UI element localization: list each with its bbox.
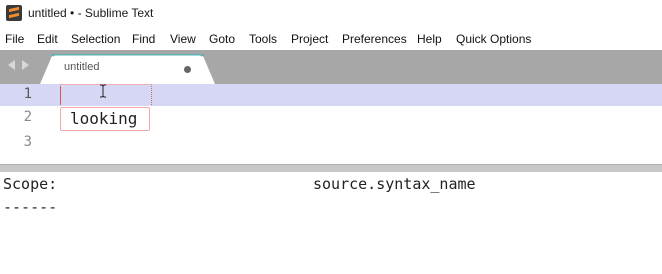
menu-file[interactable]: File (5, 32, 24, 46)
chevron-left-icon[interactable] (8, 60, 15, 70)
menu-quick-options[interactable]: Quick Options (456, 32, 531, 46)
tab-nav-arrows[interactable] (8, 60, 34, 72)
menu-project[interactable]: Project (291, 32, 328, 46)
tab-strip: untitled (0, 50, 662, 84)
menu-tools[interactable]: Tools (249, 32, 277, 46)
panel-splitter[interactable] (0, 164, 662, 172)
tab-untitled[interactable]: untitled (40, 54, 215, 84)
scope-label: Scope: (3, 175, 58, 193)
output-panel: Scope: source.syntax_name ------ (0, 172, 662, 274)
unsaved-dot-icon[interactable] (184, 66, 191, 73)
ibeam-cursor-icon (100, 84, 106, 98)
menu-view[interactable]: View (170, 32, 196, 46)
menu-find[interactable]: Find (132, 32, 155, 46)
menu-bar: File Edit Selection Find View Goto Tools… (0, 28, 662, 50)
code-line[interactable]: looking (70, 109, 137, 128)
title-bar: untitled • - Sublime Text (0, 0, 662, 28)
menu-preferences[interactable]: Preferences (342, 32, 407, 46)
scope-value: source.syntax_name (313, 175, 476, 193)
tab-label: untitled (64, 61, 100, 73)
menu-selection[interactable]: Selection (71, 32, 120, 46)
line-number: 2 (23, 109, 32, 125)
line-number: 1 (23, 86, 32, 102)
menu-edit[interactable]: Edit (37, 32, 58, 46)
menu-goto[interactable]: Goto (209, 32, 235, 46)
chevron-right-icon[interactable] (22, 60, 29, 70)
sublime-text-icon (6, 5, 22, 21)
line-number: 3 (23, 134, 32, 150)
window-title: untitled • - Sublime Text (28, 6, 154, 20)
output-separator: ------ (3, 198, 58, 216)
menu-help[interactable]: Help (417, 32, 442, 46)
